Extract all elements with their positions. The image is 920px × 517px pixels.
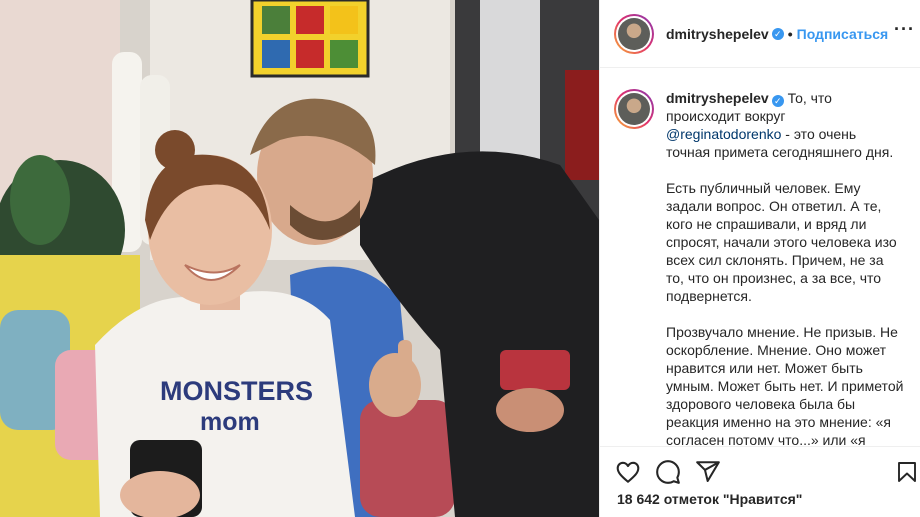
caption-author-avatar[interactable] bbox=[614, 89, 654, 129]
caption-mention-link[interactable]: @reginatodorenko bbox=[666, 126, 781, 142]
header-separator: • bbox=[787, 25, 793, 42]
caption-paragraph-3: Прозвучало мнение. Не призыв. Не оскорбл… bbox=[666, 324, 904, 445]
comment-icon[interactable] bbox=[655, 459, 681, 485]
more-options-icon[interactable]: ··· bbox=[894, 20, 915, 38]
author-avatar[interactable] bbox=[614, 13, 654, 54]
post-photo[interactable]: MONSTERS mom bbox=[0, 0, 599, 517]
verified-badge-icon: ✓ bbox=[771, 27, 784, 40]
caption-row: dmitryshepelev ✓ То, что происходит вокру… bbox=[614, 89, 905, 445]
follow-button[interactable]: Подписаться bbox=[797, 26, 889, 42]
comments-area[interactable]: dmitryshepelev ✓ То, что происходит вокру… bbox=[600, 69, 920, 445]
likes-count[interactable]: 18 642 отметок "Нравится" bbox=[617, 491, 802, 507]
caption-verified-badge-icon: ✓ bbox=[771, 95, 784, 107]
post-header: dmitryshepelev ✓ • Подписаться ··· bbox=[600, 0, 920, 68]
shirt-text-line1: MONSTERS bbox=[160, 376, 313, 406]
caption-paragraph-2: Есть публичный человек. Ему задали вопро… bbox=[666, 180, 897, 304]
shirt-text-line2: mom bbox=[200, 408, 260, 436]
heart-icon[interactable] bbox=[615, 459, 641, 485]
caption-username[interactable]: dmitryshepelev bbox=[666, 90, 769, 106]
share-icon[interactable] bbox=[695, 459, 721, 485]
bookmark-icon[interactable] bbox=[895, 459, 919, 485]
photo-illustration: MONSTERS mom bbox=[0, 0, 599, 517]
author-username[interactable]: dmitryshepelev bbox=[666, 26, 769, 42]
caption-text: dmitryshepelev ✓ То, что происходит вокру… bbox=[666, 89, 904, 445]
post-side-panel: dmitryshepelev ✓ • Подписаться ··· dmitr… bbox=[599, 0, 920, 517]
